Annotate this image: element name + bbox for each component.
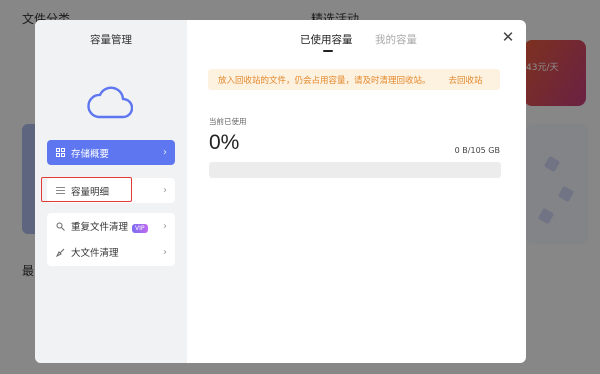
chevron-right-icon: ›	[163, 220, 167, 232]
recycle-bin-notice: 放入回收站的文件，仍会占用容量，请及时清理回收站。 去回收站	[208, 69, 500, 90]
broom-icon	[55, 247, 65, 257]
tab-used-capacity[interactable]: 已使用容量	[300, 32, 353, 47]
notice-text: 放入回收站的文件，仍会占用容量，请及时清理回收站。	[218, 75, 431, 86]
sidebar-item-label: 重复文件清理	[71, 222, 129, 233]
cleanup-group: 重复文件清理 VIP › 大文件清理 ›	[47, 213, 175, 266]
sidebar-item-label: 存储概要	[71, 148, 110, 160]
tab-bar: 已使用容量 我的容量	[187, 32, 526, 58]
tab-my-capacity[interactable]: 我的容量	[375, 32, 417, 47]
sidebar-title: 容量管理	[90, 34, 132, 46]
list-icon	[55, 186, 65, 196]
main-panel: 已使用容量 我的容量 ✕ 放入回收站的文件，仍会占用容量，请及时清理回收站。 去…	[187, 20, 526, 363]
capacity-management-dialog: 容量管理 存储概要 › 容量明细 › 重复文件清理 VIP › 大文件清理 › …	[35, 20, 526, 363]
usage-size: 0 B/105 GB	[454, 146, 500, 155]
usage-progress-bar	[209, 162, 501, 178]
chevron-right-icon: ›	[163, 185, 167, 196]
active-tab-indicator	[323, 50, 333, 52]
sidebar-item-capacity-detail[interactable]: 容量明细 ›	[47, 178, 175, 203]
sidebar-item-large-file-cleanup[interactable]: 大文件清理 ›	[47, 239, 175, 265]
sidebar-item-duplicate-cleanup[interactable]: 重复文件清理 VIP ›	[47, 213, 175, 239]
sidebar-item-label-wrap: 重复文件清理 VIP	[71, 219, 159, 233]
vip-badge: VIP	[132, 224, 148, 233]
chevron-right-icon: ›	[163, 246, 167, 258]
dedupe-icon	[55, 221, 65, 231]
chevron-right-icon: ›	[163, 147, 167, 158]
sidebar-item-label: 容量明细	[71, 186, 110, 198]
usage-label: 当前已使用	[209, 117, 247, 126]
sidebar: 容量管理 存储概要 › 容量明细 › 重复文件清理 VIP › 大文件清理 ›	[35, 20, 187, 363]
go-to-recycle-bin-link[interactable]: 去回收站	[449, 74, 483, 86]
sidebar-item-label: 大文件清理	[71, 248, 119, 259]
usage-percent: 0%	[209, 131, 240, 154]
sidebar-item-storage-overview[interactable]: 存储概要 ›	[47, 140, 175, 165]
close-icon[interactable]: ✕	[500, 30, 516, 46]
grid-icon	[55, 148, 65, 158]
cloud-icon	[87, 86, 133, 119]
